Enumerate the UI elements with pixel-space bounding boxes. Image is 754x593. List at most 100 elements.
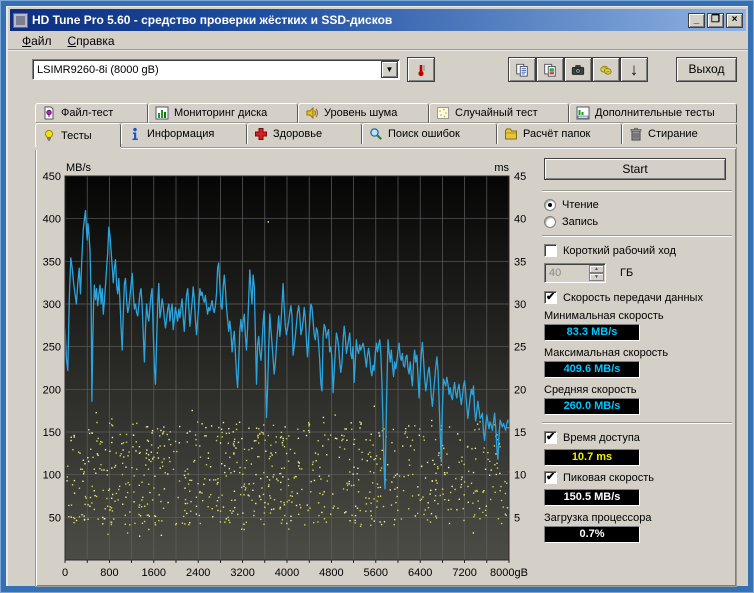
capacity-spinner[interactable]: 40 ▲▼	[544, 263, 606, 283]
exit-button[interactable]: Выход	[676, 57, 737, 82]
separator	[542, 422, 732, 424]
hands-button[interactable]	[592, 57, 620, 82]
svg-text:25: 25	[514, 342, 526, 354]
start-button[interactable]: Start	[544, 158, 726, 180]
write-radio[interactable]	[544, 216, 556, 228]
svg-text:7200: 7200	[452, 567, 476, 579]
minimize-button[interactable]: _	[688, 13, 705, 28]
temperature-button[interactable]	[407, 57, 435, 82]
svg-text:45: 45	[514, 171, 526, 183]
svg-text:35: 35	[514, 256, 526, 268]
burst-rate-label: Пиковая скорость	[563, 472, 654, 484]
tab-extra-tests[interactable]: Дополнительные тесты	[569, 103, 737, 123]
noise-level-icon	[305, 106, 319, 120]
svg-text:150: 150	[43, 427, 61, 439]
svg-text:10: 10	[514, 470, 526, 482]
tab-benchmark[interactable]: Тесты	[35, 123, 121, 147]
max-speed-value: 409.6 MB/s	[544, 361, 640, 378]
copy-text-button[interactable]	[508, 57, 536, 82]
svg-text:15: 15	[514, 427, 526, 439]
copy-image-button[interactable]	[536, 57, 564, 82]
short-stroke-size-row: 40 ▲▼ ГБ	[544, 263, 732, 283]
random-test-icon	[436, 106, 450, 120]
hands-icon	[599, 63, 613, 77]
capacity-value: 40	[545, 264, 588, 282]
menu-help[interactable]: Справка	[60, 32, 123, 50]
spinner-down-icon[interactable]: ▼	[589, 273, 604, 281]
menu-file[interactable]: Файл	[14, 32, 60, 50]
benchmark-chart: MB/sms5010015020025030035040045051015202…	[38, 150, 538, 587]
cpu-usage-label: Загрузка процессора	[544, 512, 732, 524]
drive-select-value: LSIMR9260-8i (8000 gB)	[33, 64, 380, 76]
read-radio[interactable]	[544, 199, 556, 211]
capacity-unit-label: ГБ	[620, 267, 633, 279]
tab-noise-level[interactable]: Уровень шума	[298, 103, 429, 123]
drive-select[interactable]: LSIMR9260-8i (8000 gB) ▼	[32, 59, 400, 80]
save-results-button[interactable]: ↓	[620, 57, 648, 82]
transfer-rate-checkbox[interactable]: ✔	[544, 291, 557, 304]
burst-rate-row[interactable]: ✔ Пиковая скорость	[544, 471, 732, 484]
avg-speed-value: 260.0 MB/s	[544, 398, 640, 415]
tab-erase[interactable]: Стирание	[622, 123, 737, 144]
chart-svg: MB/sms5010015020025030035040045051015202…	[38, 150, 538, 582]
svg-text:4800: 4800	[319, 567, 343, 579]
tab-label: Файл-тест	[61, 107, 113, 119]
tab-error-scan[interactable]: Поиск ошибок	[362, 123, 497, 144]
tab-row-1: Файл-тест Мониторинг диска Уровень шума …	[35, 103, 737, 123]
svg-text:MB/s: MB/s	[66, 162, 92, 174]
tab-label: Тесты	[61, 130, 92, 142]
screenshot-button[interactable]	[564, 57, 592, 82]
write-label: Запись	[562, 216, 598, 228]
svg-text:350: 350	[43, 256, 61, 268]
short-stroke-row[interactable]: ✔ Короткий рабочий ход	[544, 244, 732, 257]
svg-text:40: 40	[514, 214, 526, 226]
tab-health[interactable]: Здоровье	[247, 123, 362, 144]
window-body: HD Tune Pro 5.60 - средство проверки жёс…	[6, 6, 748, 586]
svg-text:50: 50	[49, 512, 61, 524]
menu-bar: Файл Справка	[8, 31, 748, 51]
access-time-checkbox[interactable]: ✔	[544, 431, 557, 444]
tab-label: Стирание	[648, 128, 698, 140]
title-bar[interactable]: HD Tune Pro 5.60 - средство проверки жёс…	[10, 9, 746, 31]
write-radio-row[interactable]: Запись	[544, 216, 732, 228]
tab-random-test[interactable]: Случайный тест	[429, 103, 569, 123]
svg-text:5600: 5600	[364, 567, 388, 579]
tab-label: Мониторинг диска	[174, 107, 267, 119]
tab-label: Расчёт папок	[523, 128, 590, 140]
tab-folder-usage[interactable]: Расчёт папок	[497, 123, 622, 144]
burst-rate-checkbox[interactable]: ✔	[544, 471, 557, 484]
thermometer-icon	[414, 63, 428, 77]
separator	[542, 190, 732, 192]
info-icon	[128, 127, 142, 141]
tab-strip: Файл-тест Мониторинг диска Уровень шума …	[35, 103, 737, 144]
folder-usage-icon	[504, 127, 518, 141]
svg-text:200: 200	[43, 384, 61, 396]
svg-text:2400: 2400	[186, 567, 210, 579]
svg-text:0: 0	[62, 567, 68, 579]
tab-info[interactable]: Информация	[121, 123, 247, 144]
svg-text:6400: 6400	[408, 567, 432, 579]
access-time-row[interactable]: ✔ Время доступа	[544, 431, 732, 444]
max-speed-label: Максимальная скорость	[544, 347, 732, 359]
maximize-button[interactable]: ❐	[707, 13, 724, 28]
tab-file-test[interactable]: Файл-тест	[35, 103, 148, 123]
cpu-usage-value: 0.7%	[544, 526, 640, 543]
svg-text:ms: ms	[494, 162, 509, 174]
read-radio-row[interactable]: Чтение	[544, 199, 732, 211]
erase-icon	[629, 127, 643, 141]
tab-disk-monitor[interactable]: Мониторинг диска	[148, 103, 298, 123]
svg-text:1600: 1600	[142, 567, 166, 579]
chevron-down-icon[interactable]: ▼	[381, 61, 398, 78]
access-time-value: 10.7 ms	[544, 449, 640, 466]
svg-text:3200: 3200	[230, 567, 254, 579]
svg-text:4000: 4000	[275, 567, 299, 579]
short-stroke-checkbox[interactable]: ✔	[544, 244, 557, 257]
min-speed-value: 83.3 MB/s	[544, 324, 640, 341]
burst-rate-value: 150.5 MB/s	[544, 489, 640, 506]
separator	[542, 235, 732, 237]
error-scan-icon	[369, 127, 383, 141]
spinner-up-icon[interactable]: ▲	[589, 265, 604, 273]
svg-text:450: 450	[43, 171, 61, 183]
transfer-rate-row[interactable]: ✔ Скорость передачи данных	[544, 291, 732, 304]
close-button[interactable]: ×	[726, 13, 743, 28]
